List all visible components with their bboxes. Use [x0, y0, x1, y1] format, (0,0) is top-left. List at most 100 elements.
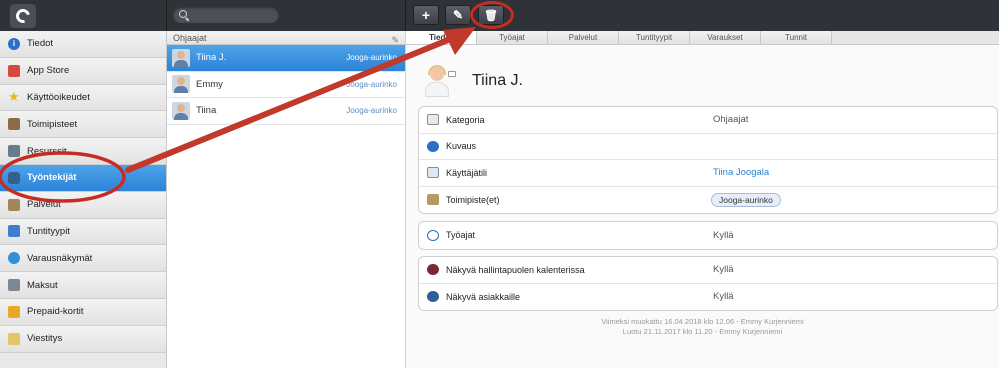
- row-label: Näkyvä hallintapuolen kalenterissa: [446, 264, 585, 275]
- sidebar-item-label: Prepaid-kortit: [27, 306, 84, 318]
- detail-row-customers: Näkyvä asiakkaille Kyllä: [419, 284, 997, 311]
- location-tag: Jooga-aurinko: [711, 192, 781, 207]
- info-icon: [427, 140, 439, 152]
- list-item[interactable]: Tiina Jooga-aurinko: [167, 98, 405, 125]
- tab-tyoajat[interactable]: Työajat: [477, 31, 548, 44]
- row-value: Kyllä: [713, 264, 734, 276]
- sidebar-item-prepaid-kortit[interactable]: Prepaid-kortit: [0, 298, 166, 326]
- people-icon: [8, 171, 20, 184]
- employee-list: Ohjaajat ✎ Tiina J. Jooga-aurinko Emmy J…: [167, 31, 406, 368]
- sidebar-item-label: Viestitys: [27, 333, 63, 345]
- sidebar-item-label: Varausnäkymät: [27, 252, 93, 264]
- row-label: Kategoria: [446, 114, 485, 125]
- highlight-circle: [470, 1, 514, 29]
- tab-tuntityypit[interactable]: Tuntityypit: [619, 31, 690, 44]
- person-header: Tiina J.: [422, 65, 523, 97]
- divider: [166, 0, 167, 31]
- eye-icon: [427, 291, 439, 303]
- calendar-icon: [8, 225, 20, 238]
- tab-varaukset[interactable]: Varaukset: [690, 31, 761, 44]
- list-item-location: Jooga-aurinko: [346, 53, 397, 63]
- list-header-label: Ohjaajat: [173, 33, 207, 43]
- sidebar-item-label: Tuntityypit: [27, 225, 70, 237]
- worktime-card: Työajat Kyllä: [418, 221, 998, 250]
- service-icon: [8, 198, 20, 211]
- list-header: Ohjaajat ✎: [167, 31, 405, 45]
- row-value: Kyllä: [713, 291, 734, 303]
- sidebar-item-app-store[interactable]: App Store: [0, 57, 166, 85]
- modified-text: Viimeksi muokattu 16.04.2018 klo 12.06 -…: [601, 317, 804, 326]
- audit-footer: Viimeksi muokattu 16.04.2018 klo 12.06 -…: [406, 317, 999, 337]
- category-icon: [427, 114, 439, 126]
- sidebar-item-tiedot[interactable]: i Tiedot: [0, 31, 166, 58]
- user-account-link[interactable]: Tiina Joogala: [713, 167, 769, 178]
- sidebar-item-varausnakymat[interactable]: Varausnäkymät: [0, 245, 166, 273]
- top-toolbar: + ✎ 🗑: [0, 0, 999, 31]
- globe-icon: [8, 252, 20, 265]
- list-item[interactable]: Emmy Jooga-aurinko: [167, 72, 405, 98]
- divider: [405, 0, 406, 31]
- sidebar-item-label: Maksut: [27, 279, 58, 291]
- sidebar-item-tyontekijat[interactable]: Työntekijät: [0, 164, 166, 192]
- detail-row-admin-calendar: Näkyvä hallintapuolen kalenterissa Kyllä: [419, 257, 997, 284]
- tab-palvelut[interactable]: Palvelut: [548, 31, 619, 44]
- search-input[interactable]: [173, 7, 279, 23]
- resource-icon: [8, 145, 20, 158]
- sidebar-item-label: Tiedot: [27, 38, 54, 50]
- eye-icon: [427, 264, 439, 276]
- avatar: [422, 65, 458, 97]
- avatar: [172, 48, 190, 67]
- logo-icon[interactable]: [10, 4, 36, 28]
- detail-pane: Tiedot Työajat Palvelut Tuntityypit Vara…: [406, 31, 999, 368]
- row-label: Työajat: [446, 230, 476, 241]
- detail-row-category: Kategoria Ohjaajat: [419, 107, 997, 134]
- sidebar-item-toimipisteet[interactable]: Toimipisteet: [0, 111, 166, 139]
- list-item-name: Emmy: [196, 78, 223, 90]
- info-icon: i: [8, 37, 20, 50]
- sidebar-item-label: Toimipisteet: [27, 118, 78, 130]
- avatar: [172, 101, 190, 120]
- sidebar-item-kayttooikeudet[interactable]: ★ Käyttöoikeudet: [0, 84, 166, 112]
- search-icon: [179, 10, 187, 18]
- row-value: Ohjaajat: [713, 114, 749, 126]
- row-label: Toimipiste(et): [446, 194, 500, 205]
- list-item-location: Jooga-aurinko: [346, 79, 397, 89]
- tab-tiedot[interactable]: Tiedot: [406, 31, 477, 44]
- sidebar-item-viestitys[interactable]: Viestitys: [0, 325, 166, 353]
- detail-row-user-account: Käyttäjätili Tiina Joogala: [419, 160, 997, 187]
- payment-icon: [8, 279, 20, 292]
- user-card-icon: [427, 167, 439, 179]
- sidebar-item-label: App Store: [27, 65, 70, 77]
- sidebar-item-label: Resurssit: [27, 145, 67, 157]
- list-item-location: Jooga-aurinko: [346, 106, 397, 116]
- detail-row-locations: Toimipiste(et) Jooga-aurinko: [419, 187, 997, 214]
- list-item-name: Tiina: [196, 105, 217, 117]
- avatar: [172, 75, 190, 94]
- detail-row-description: Kuvaus: [419, 134, 997, 160]
- sidebar-item-resurssit[interactable]: Resurssit: [0, 138, 166, 165]
- store-icon: [8, 64, 20, 77]
- add-button[interactable]: +: [413, 5, 439, 25]
- tab-bar: Tiedot Työajat Palvelut Tuntityypit Vara…: [406, 31, 999, 45]
- visibility-card: Näkyvä hallintapuolen kalenterissa Kyllä…: [418, 256, 998, 311]
- card-icon: [8, 305, 20, 318]
- sidebar-item-label: Palvelut: [27, 199, 61, 211]
- detail-row-worktime: Työajat Kyllä: [419, 222, 997, 249]
- row-label: Näkyvä asiakkaille: [446, 291, 521, 302]
- building-icon: [427, 194, 439, 206]
- building-icon: [8, 118, 20, 131]
- edit-button[interactable]: ✎: [445, 5, 471, 25]
- page-title: Tiina J.: [472, 72, 523, 89]
- sidebar-item-palvelut[interactable]: Palvelut: [0, 191, 166, 219]
- sidebar-item-label: Käyttöoikeudet: [27, 91, 90, 103]
- sidebar-item-tuntityypit[interactable]: Tuntityypit: [0, 218, 166, 246]
- star-icon: ★: [8, 89, 20, 105]
- row-label: Kuvaus: [446, 141, 477, 152]
- list-item[interactable]: Tiina J. Jooga-aurinko: [167, 45, 405, 72]
- sidebar-item-maksut[interactable]: Maksut: [0, 272, 166, 299]
- tab-tunnit[interactable]: Tunnit: [761, 31, 832, 44]
- sidebar-item-label: Työntekijät: [27, 172, 77, 184]
- list-item-name: Tiina J.: [196, 52, 227, 64]
- row-label: Käyttäjätili: [446, 167, 488, 178]
- message-icon: [8, 332, 20, 345]
